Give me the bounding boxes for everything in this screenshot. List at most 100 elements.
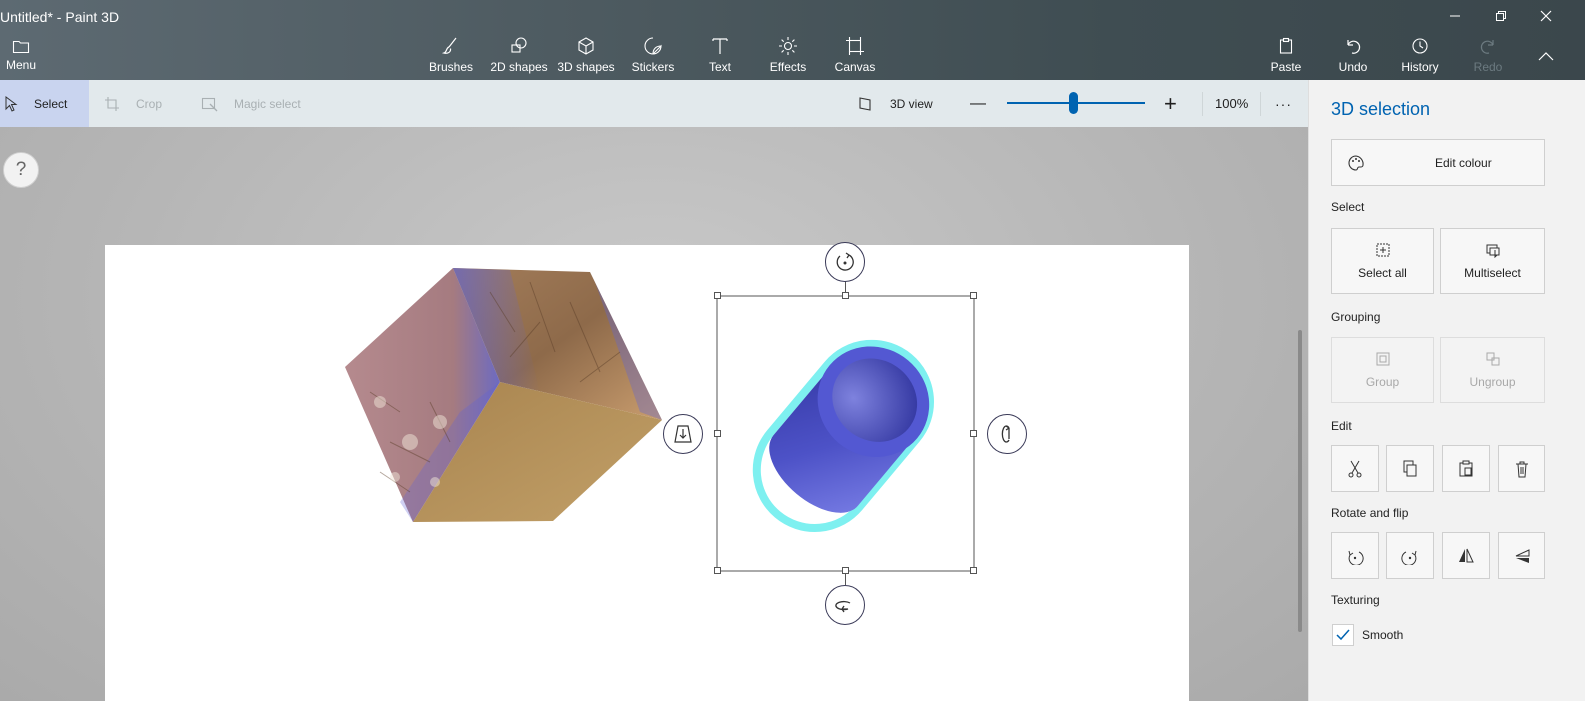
resize-handle-bottom-right[interactable] bbox=[970, 567, 977, 574]
resize-handle-bottom[interactable] bbox=[842, 567, 849, 574]
tool-effects[interactable]: Effects bbox=[767, 36, 809, 76]
texturing-heading: Texturing bbox=[1331, 593, 1380, 607]
tool-label: Stickers bbox=[631, 60, 675, 74]
magic-select-label: Magic select bbox=[234, 96, 301, 111]
push-back-handle[interactable] bbox=[663, 414, 703, 454]
3d-view-toggle[interactable]: 3D view bbox=[858, 80, 933, 127]
undo-button[interactable]: Undo bbox=[1334, 36, 1372, 76]
tool-brushes[interactable]: Brushes bbox=[428, 36, 474, 76]
rotate-right-icon bbox=[1401, 550, 1417, 565]
group-icon bbox=[1376, 352, 1389, 366]
ungroup-icon bbox=[1486, 352, 1499, 366]
crop-tool[interactable]: Crop bbox=[104, 80, 162, 127]
resize-handle-top-left[interactable] bbox=[714, 292, 721, 299]
help-button[interactable]: ? bbox=[3, 152, 39, 188]
rotate-left-icon bbox=[1348, 550, 1364, 565]
close-icon bbox=[1540, 10, 1552, 22]
rotate-y-handle[interactable] bbox=[987, 414, 1027, 454]
edit-colour-label: Edit colour bbox=[1435, 155, 1492, 170]
magic-select-tool[interactable]: Magic select bbox=[201, 80, 301, 127]
chevron-up-icon bbox=[1538, 52, 1554, 61]
tool-label: Canvas bbox=[834, 60, 876, 74]
rotate-left-button[interactable] bbox=[1331, 532, 1379, 579]
tool-2d-shapes[interactable]: 2D shapes bbox=[489, 36, 549, 76]
3d-view-label: 3D view bbox=[890, 96, 933, 111]
textured-cube[interactable] bbox=[340, 262, 670, 527]
menu-label: Menu bbox=[5, 58, 37, 72]
zoom-value[interactable]: 100% bbox=[1215, 80, 1248, 127]
select-heading: Select bbox=[1331, 200, 1365, 214]
zoom-slider-thumb[interactable] bbox=[1069, 92, 1079, 114]
undo-icon bbox=[1347, 40, 1361, 54]
vertical-scrollbar[interactable] bbox=[1298, 330, 1302, 632]
stickers-icon bbox=[644, 37, 662, 55]
ungroup-button[interactable]: Ungroup bbox=[1440, 337, 1545, 403]
paste-icon bbox=[1459, 460, 1473, 476]
resize-handle-left[interactable] bbox=[714, 430, 721, 437]
multiselect-button[interactable]: Multiselect bbox=[1440, 228, 1545, 294]
resize-handle-top-right[interactable] bbox=[970, 292, 977, 299]
rotate-z-handle[interactable] bbox=[825, 242, 865, 282]
cut-button[interactable] bbox=[1331, 445, 1379, 492]
history-icon bbox=[1412, 38, 1428, 54]
undo-label: Undo bbox=[1338, 60, 1368, 74]
flip-vertical-button[interactable] bbox=[1498, 532, 1545, 579]
rotate-x-handle[interactable] bbox=[825, 585, 865, 625]
title-bar: Untitled* - Paint 3D Menu Brushes 2D sha… bbox=[0, 0, 1585, 80]
select-all-label: Select all bbox=[1358, 266, 1407, 280]
tool-stickers[interactable]: Stickers bbox=[630, 36, 676, 76]
effects-icon bbox=[779, 37, 797, 55]
tool-label: 2D shapes bbox=[490, 60, 548, 74]
connector bbox=[845, 281, 846, 292]
history-button[interactable]: History bbox=[1398, 36, 1442, 76]
flip-horizontal-icon bbox=[1459, 548, 1474, 562]
resize-handle-bottom-left[interactable] bbox=[714, 567, 721, 574]
resize-handle-right[interactable] bbox=[970, 430, 977, 437]
tool-3d-shapes[interactable]: 3D shapes bbox=[556, 36, 616, 76]
paste-button[interactable]: Paste bbox=[1266, 36, 1306, 76]
menu-button[interactable]: Menu bbox=[0, 36, 42, 76]
copy-button[interactable] bbox=[1386, 445, 1434, 492]
connector bbox=[845, 574, 846, 585]
collapse-ribbon-button[interactable] bbox=[1523, 38, 1569, 74]
rotate-right-button[interactable] bbox=[1386, 532, 1434, 579]
more-options-button[interactable]: ··· bbox=[1275, 80, 1292, 127]
minimize-button[interactable] bbox=[1432, 0, 1478, 32]
divider bbox=[1202, 92, 1203, 116]
copy-icon bbox=[1403, 460, 1417, 476]
paste-label: Paste bbox=[1270, 60, 1302, 74]
close-button[interactable] bbox=[1523, 0, 1569, 32]
group-label: Group bbox=[1365, 375, 1400, 389]
tool-canvas[interactable]: Canvas bbox=[833, 36, 877, 76]
history-label: History bbox=[1401, 60, 1439, 74]
edit-colour-button[interactable]: Edit colour bbox=[1331, 139, 1545, 186]
trash-icon bbox=[1515, 461, 1528, 477]
rotate-flip-heading: Rotate and flip bbox=[1331, 506, 1409, 520]
select-tool[interactable]: Select bbox=[0, 80, 89, 127]
redo-button[interactable]: Redo bbox=[1470, 36, 1506, 76]
ungroup-label: Ungroup bbox=[1469, 375, 1516, 389]
delete-button[interactable] bbox=[1498, 445, 1545, 492]
tool-options-bar: Select Crop Magic select 3D view — + 100… bbox=[0, 80, 1308, 128]
restore-button[interactable] bbox=[1478, 0, 1524, 32]
redo-icon bbox=[1480, 40, 1494, 54]
smooth-checkbox[interactable] bbox=[1332, 624, 1354, 646]
zoom-out-button[interactable]: — bbox=[970, 80, 986, 127]
tool-text[interactable]: Text bbox=[704, 36, 736, 76]
crop-icon bbox=[105, 96, 119, 111]
checkmark-icon bbox=[1336, 629, 1350, 641]
smooth-label: Smooth bbox=[1362, 628, 1404, 642]
paste-panel-button[interactable] bbox=[1442, 445, 1490, 492]
3d-shapes-icon bbox=[578, 37, 594, 55]
depth-icon bbox=[674, 425, 692, 443]
divider bbox=[1260, 92, 1261, 116]
3d-view-icon bbox=[859, 96, 871, 111]
group-button[interactable]: Group bbox=[1331, 337, 1434, 403]
canvas-icon bbox=[846, 37, 864, 55]
select-all-icon bbox=[1376, 243, 1389, 257]
restore-icon bbox=[1496, 11, 1506, 21]
zoom-in-button[interactable]: + bbox=[1164, 80, 1177, 127]
resize-handle-top[interactable] bbox=[842, 292, 849, 299]
select-all-button[interactable]: Select all bbox=[1331, 228, 1434, 294]
flip-horizontal-button[interactable] bbox=[1442, 532, 1490, 579]
